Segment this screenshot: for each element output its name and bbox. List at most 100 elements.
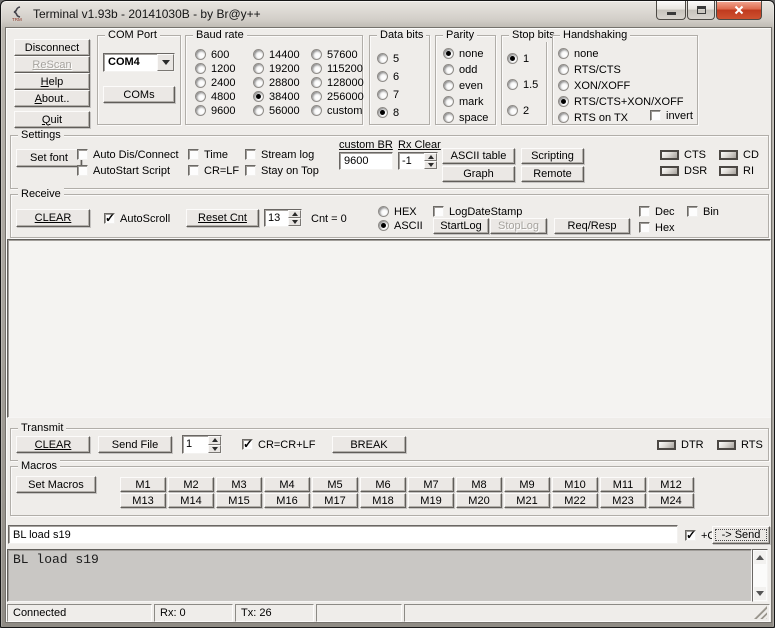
scripting-button[interactable]: Scripting: [521, 148, 584, 164]
radio-handshake-none[interactable]: none: [558, 47, 598, 60]
coms-button[interactable]: COMs: [103, 86, 175, 103]
macro-button-m3[interactable]: M3: [216, 477, 262, 492]
set-font-button[interactable]: Set font: [16, 149, 82, 167]
macro-button-m4[interactable]: M4: [264, 477, 310, 492]
break-button[interactable]: BREAK: [332, 436, 406, 453]
rx-counter-spinner[interactable]: 13: [264, 209, 302, 227]
radio-databits-6[interactable]: 6: [377, 70, 399, 83]
radio-parity-none[interactable]: none: [443, 47, 483, 60]
radio-baud-57600[interactable]: 57600: [311, 48, 358, 61]
stoplog-button[interactable]: StopLog: [490, 218, 547, 234]
receive-display[interactable]: [7, 239, 771, 418]
radio-baud-19200[interactable]: 19200: [253, 62, 300, 75]
macro-button-m1[interactable]: M1: [120, 477, 166, 492]
macro-button-m8[interactable]: M8: [456, 477, 502, 492]
dtr-indicator[interactable]: DTR: [657, 438, 704, 451]
receive-clear-button[interactable]: CLEAR: [16, 209, 90, 227]
macro-button-m5[interactable]: M5: [312, 477, 358, 492]
radio-baud-28800[interactable]: 28800: [253, 76, 300, 89]
macro-button-m17[interactable]: M17: [312, 493, 358, 508]
radio-stopbits-1[interactable]: 1: [507, 52, 529, 65]
rx-clear-spinner[interactable]: -1: [398, 152, 438, 170]
dropdown-arrow-icon[interactable]: [157, 54, 174, 71]
macro-button-m13[interactable]: M13: [120, 493, 166, 508]
radio-baud-custom[interactable]: custom: [311, 104, 362, 117]
radio-parity-even[interactable]: even: [443, 79, 483, 92]
radio-parity-mark[interactable]: mark: [443, 95, 483, 108]
radio-baud-4800[interactable]: 4800: [195, 90, 235, 103]
disconnect-button[interactable]: Disconnect: [14, 39, 90, 56]
cr-crlf-checkbox[interactable]: CR=CR+LF: [242, 437, 315, 451]
rescan-button[interactable]: ReScan: [14, 56, 90, 73]
spin-up-icon[interactable]: [208, 436, 221, 445]
spin-down-icon[interactable]: [424, 161, 437, 169]
com-port-select[interactable]: COM4: [103, 53, 175, 72]
cr-lf-checkbox[interactable]: CR=LF: [188, 164, 239, 177]
autoscroll-checkbox[interactable]: AutoScroll: [104, 211, 170, 225]
radio-baud-128000[interactable]: 128000: [311, 76, 364, 89]
ascii-table-button[interactable]: ASCII table: [442, 148, 515, 164]
radio-baud-56000[interactable]: 56000: [253, 104, 300, 117]
macro-button-m21[interactable]: M21: [504, 493, 550, 508]
quit-button[interactable]: Quit: [14, 111, 90, 128]
macro-button-m9[interactable]: M9: [504, 477, 550, 492]
radio-parity-space[interactable]: space: [443, 111, 488, 124]
spin-down-icon[interactable]: [288, 218, 301, 226]
help-button[interactable]: Help: [14, 73, 90, 90]
autostart-script-checkbox[interactable]: AutoStart Script: [77, 164, 170, 177]
close-button[interactable]: [716, 1, 762, 20]
macro-button-m19[interactable]: M19: [408, 493, 454, 508]
macro-button-m18[interactable]: M18: [360, 493, 406, 508]
startlog-button[interactable]: StartLog: [433, 218, 489, 234]
send-button[interactable]: -> Send: [712, 526, 770, 544]
log-datestamp-checkbox[interactable]: LogDateStamp: [433, 205, 522, 218]
radio-handshake-xonxoff[interactable]: XON/XOFF: [558, 79, 630, 92]
dec-checkbox[interactable]: Dec: [639, 205, 675, 218]
macro-button-m11[interactable]: M11: [600, 477, 646, 492]
minimize-button[interactable]: [656, 1, 686, 20]
macro-button-m14[interactable]: M14: [168, 493, 214, 508]
transmit-input[interactable]: [8, 525, 678, 544]
radio-baud-14400[interactable]: 14400: [253, 48, 300, 61]
macro-button-m24[interactable]: M24: [648, 493, 694, 508]
macro-button-m23[interactable]: M23: [600, 493, 646, 508]
req-resp-button[interactable]: Req/Resp: [554, 218, 630, 234]
spin-up-icon[interactable]: [424, 153, 437, 161]
radio-stopbits-2[interactable]: 2: [507, 104, 529, 117]
macro-button-m7[interactable]: M7: [408, 477, 454, 492]
radio-databits-8[interactable]: 8: [377, 106, 399, 119]
bin-checkbox[interactable]: Bin: [687, 205, 719, 218]
macro-button-m6[interactable]: M6: [360, 477, 406, 492]
radio-stopbits-1-5[interactable]: 1.5: [507, 78, 538, 91]
spin-up-icon[interactable]: [288, 210, 301, 218]
send-file-button[interactable]: Send File: [98, 436, 172, 453]
radio-handshake-rtscts-xonxoff[interactable]: RTS/CTS+XON/XOFF: [558, 95, 684, 108]
maximize-button[interactable]: [687, 1, 715, 20]
radio-baud-2400[interactable]: 2400: [195, 76, 235, 89]
macro-button-m10[interactable]: M10: [552, 477, 598, 492]
radio-hex-mode[interactable]: HEX: [378, 205, 417, 218]
scroll-up-icon[interactable]: [754, 551, 766, 564]
radio-baud-600[interactable]: 600: [195, 48, 229, 61]
radio-handshake-rtscts[interactable]: RTS/CTS: [558, 63, 621, 76]
about-button[interactable]: About..: [14, 90, 90, 107]
macro-button-m12[interactable]: M12: [648, 477, 694, 492]
time-checkbox[interactable]: Time: [188, 148, 228, 161]
macro-button-m22[interactable]: M22: [552, 493, 598, 508]
radio-ascii-mode[interactable]: ASCII: [378, 219, 423, 232]
macro-button-m15[interactable]: M15: [216, 493, 262, 508]
scroll-down-icon[interactable]: [754, 587, 766, 600]
radio-baud-1200[interactable]: 1200: [195, 62, 235, 75]
auto-dis-connect-checkbox[interactable]: Auto Dis/Connect: [77, 148, 179, 161]
transmit-history-scrollbar[interactable]: [752, 549, 768, 602]
radio-baud-38400[interactable]: 38400: [253, 90, 300, 103]
macro-button-m20[interactable]: M20: [456, 493, 502, 508]
radio-handshake-rts-on-tx[interactable]: RTS on TX: [558, 111, 628, 124]
radio-baud-9600[interactable]: 9600: [195, 104, 235, 117]
transmit-clear-button[interactable]: CLEAR: [16, 436, 90, 453]
custom-br-input[interactable]: [339, 152, 393, 170]
radio-baud-115200[interactable]: 115200: [311, 62, 363, 75]
rts-indicator[interactable]: RTS: [717, 438, 763, 451]
remote-button[interactable]: Remote: [521, 166, 584, 182]
macro-button-m2[interactable]: M2: [168, 477, 214, 492]
